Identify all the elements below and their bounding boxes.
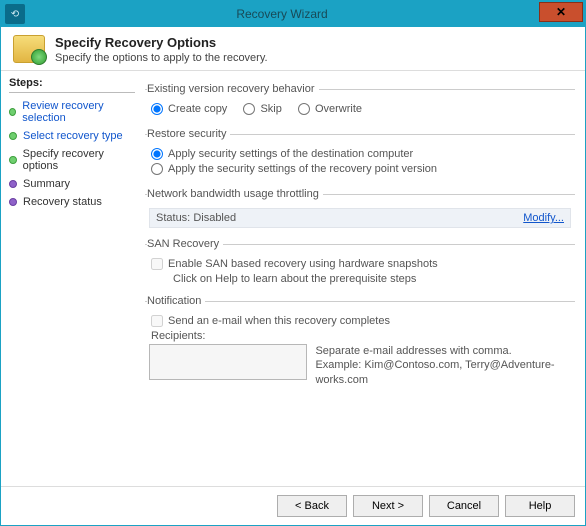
san-enable-checkbox: [151, 258, 163, 270]
existing-version-group: Existing version recovery behavior Creat…: [145, 83, 575, 118]
skip-radio[interactable]: [243, 103, 255, 115]
step-label: Specify recovery options: [23, 148, 135, 172]
recipients-help: Separate e-mail addresses with comma. Ex…: [315, 344, 571, 387]
restore-security-legend: Restore security: [147, 128, 230, 140]
next-button[interactable]: Next >: [353, 495, 423, 517]
throttling-status: Status: Disabled: [156, 212, 236, 224]
throttling-group: Network bandwidth usage throttling Statu…: [145, 188, 575, 228]
throttling-legend: Network bandwidth usage throttling: [147, 188, 323, 200]
create-copy-radio[interactable]: [151, 103, 163, 115]
san-recovery-legend: SAN Recovery: [147, 238, 223, 250]
step-bullet-icon: [9, 108, 16, 116]
page-title: Specify Recovery Options: [55, 35, 268, 50]
step-label: Recovery status: [23, 196, 102, 208]
create-copy-label: Create copy: [168, 103, 227, 115]
restore-security-group: Restore security Apply security settings…: [145, 128, 575, 178]
step-bullet-icon: [9, 156, 17, 164]
step-bullet-icon: [9, 132, 17, 140]
close-icon: ✕: [556, 5, 566, 19]
recipients-label: Recipients:: [151, 330, 573, 342]
step-review-recovery-selection[interactable]: Review recovery selection: [9, 97, 135, 127]
step-specify-recovery-options: Specify recovery options: [9, 145, 135, 175]
cancel-button[interactable]: Cancel: [429, 495, 499, 517]
page-subtitle: Specify the options to apply to the reco…: [55, 52, 268, 64]
security-dest-radio[interactable]: [151, 148, 163, 160]
step-label: Review recovery selection: [22, 100, 135, 124]
title-bar: ⟲ Recovery Wizard ✕: [1, 1, 585, 27]
window-title: Recovery Wizard: [25, 7, 539, 21]
steps-heading: Steps:: [9, 77, 135, 93]
san-note: Click on Help to learn about the prerequ…: [173, 273, 573, 285]
security-point-radio[interactable]: [151, 163, 163, 175]
send-email-checkbox: [151, 315, 163, 327]
security-dest-label: Apply security settings of the destinati…: [168, 148, 413, 160]
notification-group: Notification Send an e-mail when this re…: [145, 295, 575, 387]
skip-label: Skip: [260, 103, 281, 115]
modify-throttling-link[interactable]: Modify...: [523, 212, 564, 224]
recipients-input: [149, 344, 307, 380]
step-label: Select recovery type: [23, 130, 123, 142]
notification-legend: Notification: [147, 295, 205, 307]
step-bullet-icon: [9, 180, 17, 188]
step-label: Summary: [23, 178, 70, 190]
steps-sidebar: Steps: Review recovery selection Select …: [1, 71, 139, 486]
step-summary: Summary: [9, 175, 135, 193]
app-icon: ⟲: [5, 4, 25, 24]
help-button[interactable]: Help: [505, 495, 575, 517]
step-recovery-status: Recovery status: [9, 193, 135, 211]
back-button[interactable]: < Back: [277, 495, 347, 517]
step-select-recovery-type[interactable]: Select recovery type: [9, 127, 135, 145]
security-point-label: Apply the security settings of the recov…: [168, 163, 437, 175]
san-enable-label: Enable SAN based recovery using hardware…: [168, 258, 438, 270]
step-bullet-icon: [9, 198, 17, 206]
send-email-label: Send an e-mail when this recovery comple…: [168, 315, 390, 327]
close-button[interactable]: ✕: [539, 2, 583, 22]
options-panel: Existing version recovery behavior Creat…: [139, 71, 585, 486]
existing-version-legend: Existing version recovery behavior: [147, 83, 319, 95]
wizard-footer: < Back Next > Cancel Help: [1, 486, 585, 525]
recovery-icon: [13, 35, 45, 63]
san-recovery-group: SAN Recovery Enable SAN based recovery u…: [145, 238, 575, 285]
wizard-header: Specify Recovery Options Specify the opt…: [1, 27, 585, 71]
overwrite-label: Overwrite: [315, 103, 362, 115]
overwrite-radio[interactable]: [298, 103, 310, 115]
